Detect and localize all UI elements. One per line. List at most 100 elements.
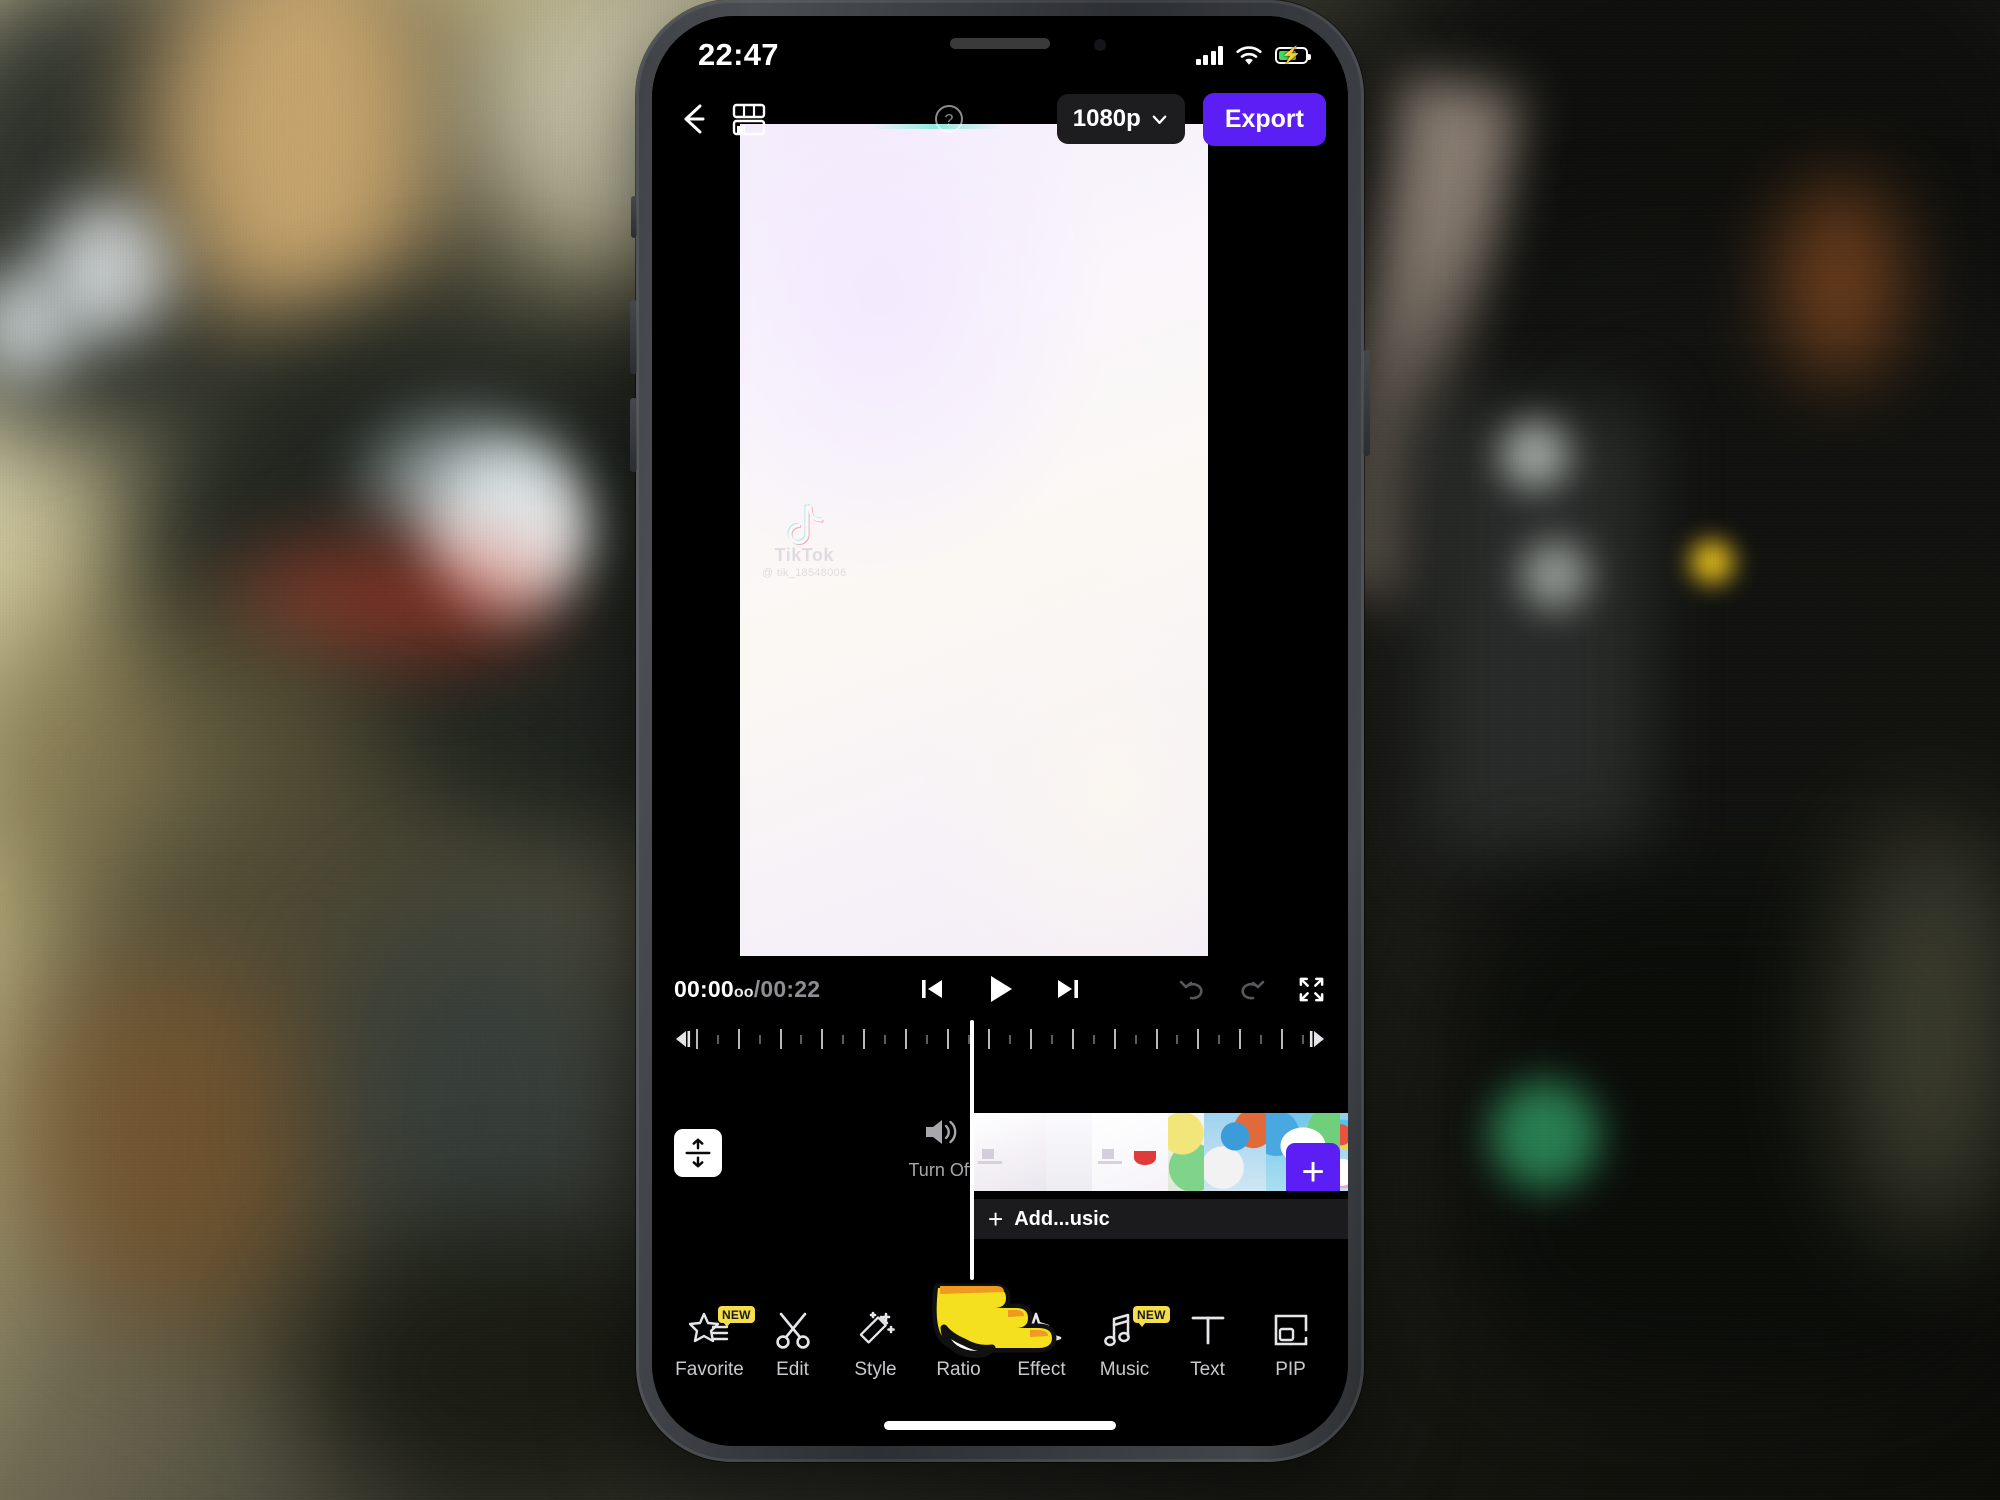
text-t-icon (1188, 1308, 1228, 1352)
ruler-tick (758, 1034, 761, 1044)
editor-top-bar: ? 1080p Export (652, 82, 1348, 156)
split-vertical-icon[interactable] (674, 1129, 722, 1177)
add-music-row[interactable]: + Add...usic (974, 1199, 1348, 1239)
clip-frame-7[interactable] (1340, 1113, 1348, 1191)
tool-pip[interactable]: PIP (1249, 1308, 1332, 1381)
svg-text:?: ? (945, 112, 954, 129)
ruler-tick (1092, 1034, 1095, 1044)
clip-frame-3[interactable] (1092, 1113, 1168, 1191)
effect-sparkle-icon (1022, 1308, 1062, 1352)
volume-down-button[interactable] (630, 398, 637, 472)
tiktok-watermark-user: @ tik_18548006 (762, 567, 847, 579)
chevron-down-icon (1152, 115, 1167, 124)
ruler-tick (925, 1034, 928, 1044)
redo-icon[interactable] (1237, 974, 1267, 1004)
add-music-label: Add...usic (1014, 1207, 1110, 1230)
tool-label-edit: Edit (776, 1359, 809, 1380)
ruler-tick (1072, 1029, 1075, 1049)
status-clock: 22:47 (698, 37, 779, 72)
ruler-tick (1218, 1034, 1221, 1044)
ruler-tick (1113, 1029, 1116, 1049)
playhead[interactable] (970, 1020, 974, 1280)
signal-bars-icon (1195, 45, 1223, 65)
clip-frame-2[interactable] (1046, 1113, 1092, 1191)
volume-up-button[interactable] (630, 300, 637, 374)
ruler-tick (842, 1034, 845, 1044)
bottom-toolbar: NEW Favorite Edit Style Ratio Effect NEW… (652, 1304, 1348, 1400)
magic-wand-icon (856, 1308, 896, 1352)
undo-icon[interactable] (1177, 974, 1207, 1004)
home-indicator[interactable] (884, 1421, 1116, 1430)
playback-bar: 00:00oo/00:22 (652, 961, 1348, 1017)
timeline-area: Turn Off + + Add...usic (652, 1091, 1348, 1291)
tool-effect[interactable]: Effect (1000, 1308, 1083, 1381)
tool-label-style: Style (854, 1359, 897, 1380)
device-notch (850, 16, 1150, 82)
tool-text[interactable]: Text (1166, 1308, 1249, 1381)
ruler-tick (800, 1034, 803, 1044)
tool-music[interactable]: NEW Music (1083, 1306, 1170, 1381)
resolution-dropdown[interactable]: 1080p (1056, 94, 1185, 144)
add-clip-button[interactable]: + (1286, 1143, 1340, 1191)
tool-label-ratio: Ratio (936, 1359, 981, 1380)
timeline-ruler[interactable] (652, 1016, 1348, 1062)
ruler-tick (1260, 1034, 1263, 1044)
ruler-tick (1280, 1029, 1283, 1049)
play-icon[interactable] (983, 972, 1017, 1006)
ruler-tick (1176, 1034, 1179, 1044)
ruler-tick (696, 1029, 698, 1049)
phone-device: TikTok @ tik_18548006 ? 1080p Export 00:… (630, 0, 1370, 1462)
capcut-app: TikTok @ tik_18548006 ? 1080p Export 00:… (652, 16, 1348, 1446)
scissors-icon (773, 1308, 813, 1352)
ruler-tick (1030, 1029, 1033, 1049)
tool-ratio[interactable]: Ratio (917, 1308, 1000, 1381)
back-arrow-icon[interactable] (674, 99, 714, 139)
ruler-tick (1155, 1029, 1158, 1049)
tiktok-watermark: TikTok @ tik_18548006 (762, 502, 846, 579)
ruler-tick (821, 1029, 824, 1049)
help-question-icon[interactable]: ? (934, 104, 964, 134)
earpiece-speaker (950, 38, 1050, 49)
power-button[interactable] (1363, 350, 1370, 456)
ruler-tick (779, 1029, 782, 1049)
clip-frame-1[interactable] (974, 1113, 1046, 1191)
frame-counter: oo (733, 983, 754, 1001)
clip-track[interactable]: + (974, 1113, 1348, 1191)
tool-style[interactable]: Style (834, 1308, 917, 1381)
clip-frame-5[interactable] (1204, 1113, 1266, 1191)
tool-edit[interactable]: Edit (751, 1308, 834, 1381)
template-grid-icon[interactable] (732, 102, 766, 136)
ratio-frame-icon (939, 1308, 979, 1352)
tool-label-music: Music (1099, 1359, 1150, 1380)
ruler-tick (988, 1029, 991, 1049)
ruler-tick (904, 1029, 907, 1049)
skip-previous-icon[interactable] (917, 974, 947, 1004)
video-preview[interactable]: TikTok @ tik_18548006 (740, 124, 1208, 956)
export-button[interactable]: Export (1202, 92, 1326, 146)
scrub-right-icon[interactable] (1304, 1028, 1330, 1050)
phone-screen: TikTok @ tik_18548006 ? 1080p Export 00:… (652, 16, 1348, 1446)
tool-label-pip: PIP (1275, 1359, 1306, 1380)
ruler-tick (1134, 1034, 1137, 1044)
tool-label-favorite: Favorite (675, 1359, 744, 1380)
ruler-tick (737, 1029, 740, 1049)
ruler-tick (1301, 1034, 1304, 1044)
tool-favorite[interactable]: NEW Favorite (668, 1306, 755, 1381)
wifi-icon (1236, 46, 1262, 65)
timecode-display: 00:00oo/00:22 (674, 976, 820, 1003)
resolution-label: 1080p (1072, 105, 1141, 132)
ruler-tick (863, 1029, 866, 1049)
pip-frames-icon (1271, 1308, 1311, 1352)
skip-next-icon[interactable] (1053, 974, 1083, 1004)
scrub-left-icon[interactable] (670, 1028, 696, 1050)
ruler-tick (1197, 1029, 1200, 1049)
fullscreen-icon[interactable] (1297, 975, 1326, 1004)
clip-frame-4[interactable] (1168, 1113, 1204, 1191)
tiktok-watermark-name: TikTok (774, 545, 834, 565)
front-camera (1094, 39, 1106, 51)
favorite-new-badge: NEW (718, 1306, 755, 1327)
plus-icon: + (988, 1204, 1004, 1234)
mute-switch[interactable] (631, 196, 637, 238)
ruler-tick (716, 1034, 719, 1044)
current-time: 00:00 (674, 975, 734, 1002)
